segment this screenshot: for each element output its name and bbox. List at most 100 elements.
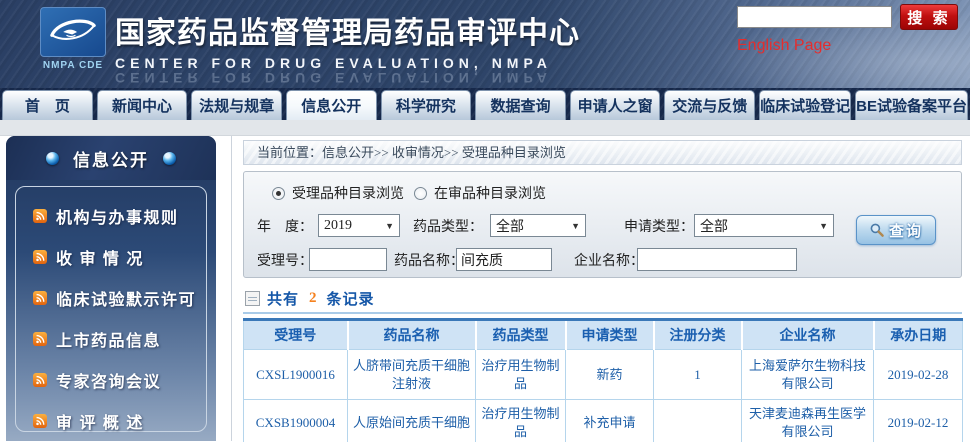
records-divider: [243, 312, 962, 314]
content-divider: [231, 136, 232, 441]
nav-tab-science[interactable]: 科学研究: [381, 90, 472, 120]
col-drug-type: 药品类型: [476, 320, 566, 350]
nav-sub-strip: [0, 120, 970, 136]
page: NMPA CDE 国家药品监督管理局药品审评中心 CENTER FOR DRUG…: [0, 0, 970, 442]
cell-drug-name: 人脐带间充质干细胞注射液: [348, 350, 476, 400]
rss-icon: [33, 291, 47, 305]
sidebar-title: 信息公开: [73, 146, 149, 171]
rss-icon: [33, 373, 47, 387]
apply-type-label: 申请类型：: [624, 216, 694, 236]
nav-tab-data-query[interactable]: 数据查询: [475, 90, 566, 120]
sphere-icon: [163, 152, 176, 165]
drug-type-label: 药品类型：: [413, 216, 483, 236]
chevron-down-icon: ▼: [385, 221, 394, 231]
rss-icon: [33, 414, 47, 428]
site-search-input[interactable]: [737, 6, 892, 28]
nav-tab-news[interactable]: 新闻中心: [97, 90, 188, 120]
list-icon: [245, 291, 260, 306]
nav-tab-home[interactable]: 首 页: [2, 90, 93, 120]
nav-tab-be-platform[interactable]: BE试验备案平台: [855, 90, 968, 120]
rss-icon: [33, 332, 47, 346]
radio-accepted-catalog[interactable]: 受理品种目录浏览: [272, 183, 404, 203]
table-header-row: 受理号 药品名称 药品类型 申请类型 注册分类 企业名称 承办日期: [244, 320, 963, 350]
nav-tab-info-disclosure[interactable]: 信息公开: [286, 90, 377, 120]
year-label: 年 度：: [257, 216, 313, 236]
sidebar-item-expert-meetings[interactable]: 专家咨询会议: [16, 359, 206, 400]
sidebar-item-label: 上市药品信息: [56, 327, 161, 351]
logo-caption: NMPA CDE: [40, 60, 106, 71]
col-date: 承办日期: [874, 320, 963, 350]
cell-drug-type: 治疗用生物制品: [476, 350, 566, 400]
magnifier-icon: [869, 222, 885, 238]
col-drug-name: 药品名称: [348, 320, 476, 350]
rss-icon: [33, 250, 47, 264]
sidebar-item-marketed-drug-info[interactable]: 上市药品信息: [16, 318, 206, 359]
cell-drug-name: 人原始间充质干细胞: [348, 400, 476, 442]
nav-tab-feedback[interactable]: 交流与反馈: [664, 90, 755, 120]
nav-tab-applicant-window[interactable]: 申请人之窗: [570, 90, 661, 120]
sidebar-item-review-overview[interactable]: 审 评 概 述: [16, 400, 206, 441]
sidebar-header: 信息公开: [6, 136, 216, 180]
site-search-button[interactable]: 搜 索: [900, 4, 958, 30]
sidebar-info-disclosure: 信息公开 机构与办事规则 收 审 情 况 临床试验默示许可: [6, 136, 216, 441]
year-select[interactable]: 2019▼: [318, 214, 400, 237]
cell-date: 2019-02-12: [874, 400, 963, 442]
radio-button-icon[interactable]: [414, 187, 427, 200]
drug-name-input[interactable]: [456, 248, 552, 271]
cell-company: 天津麦迪森再生医学有限公司: [742, 400, 874, 442]
site-title-cn: 国家药品监督管理局药品审评中心: [115, 8, 580, 52]
company-label: 企业名称：: [574, 250, 644, 270]
site-header: NMPA CDE 国家药品监督管理局药品审评中心 CENTER FOR DRUG…: [0, 0, 970, 88]
main-nav: 首 页 新闻中心 法规与规章 信息公开 科学研究 数据查询 申请人之窗 交流与反…: [0, 88, 970, 120]
cell-reg-class: 1: [654, 350, 742, 400]
filter-panel: 受理品种目录浏览 在审品种目录浏览 年 度： 2019▼ 药品类型： 全部▼: [243, 171, 962, 278]
table-row: CXSL1900016 人脐带间充质干细胞注射液 治疗用生物制品 新药 1 上海…: [244, 350, 963, 400]
sidebar-item-label: 收 审 情 况: [56, 245, 144, 269]
site-title-en: CENTER FOR DRUG EVALUATION, NMPA: [115, 55, 580, 71]
header-search-area: 搜 索 English Page: [737, 4, 965, 55]
records-count: 2: [306, 290, 320, 307]
chevron-down-icon: ▼: [571, 221, 580, 231]
cell-apply-type: 新药: [566, 350, 654, 400]
cell-reg-class: [654, 400, 742, 442]
rss-icon: [33, 209, 47, 223]
company-input[interactable]: [637, 248, 797, 271]
col-accept-no: 受理号: [244, 320, 348, 350]
chevron-down-icon: ▼: [819, 221, 828, 231]
radio-button-icon[interactable]: [272, 187, 285, 200]
col-company: 企业名称: [742, 320, 874, 350]
sidebar-item-acceptance-review[interactable]: 收 审 情 况: [16, 236, 206, 277]
records-summary: 共有 2 条记录: [243, 287, 962, 309]
col-reg-class: 注册分类: [654, 320, 742, 350]
drug-type-select[interactable]: 全部▼: [490, 214, 586, 237]
cell-accept-no: CXSB1900004: [244, 400, 348, 442]
query-button[interactable]: 查询: [856, 215, 936, 245]
sidebar-item-label: 审 评 概 述: [56, 409, 144, 433]
breadcrumb: 当前位置：信息公开>> 收审情况>> 受理品种目录浏览: [243, 140, 962, 165]
accept-no-label: 受理号：: [257, 250, 313, 270]
records-suffix: 条记录: [327, 288, 375, 309]
nav-tab-clinical-trial-reg[interactable]: 临床试验登记: [759, 90, 851, 120]
drug-name-label: 药品名称：: [394, 250, 464, 270]
cell-drug-type: 治疗用生物制品: [476, 400, 566, 442]
records-prefix: 共有: [267, 288, 299, 309]
accept-no-input[interactable]: [309, 248, 387, 271]
sidebar-item-clinical-implied-license[interactable]: 临床试验默示许可: [16, 277, 206, 318]
cell-apply-type: 补充申请: [566, 400, 654, 442]
sidebar-item-label: 临床试验默示许可: [56, 286, 196, 310]
main-content: 当前位置：信息公开>> 收审情况>> 受理品种目录浏览 受理品种目录浏览 在审品…: [243, 136, 962, 441]
sidebar-item-label: 机构与办事规则: [56, 204, 179, 228]
sidebar-panel: 机构与办事规则 收 审 情 况 临床试验默示许可 上市药品信息 专家咨询会议: [15, 186, 207, 432]
english-page-link[interactable]: English Page: [737, 37, 831, 55]
cell-company: 上海爱萨尔生物科技有限公司: [742, 350, 874, 400]
radio-under-review-catalog[interactable]: 在审品种目录浏览: [414, 183, 546, 203]
results-table: 受理号 药品名称 药品类型 申请类型 注册分类 企业名称 承办日期 CXSL19…: [243, 318, 963, 442]
site-title-en-reflection: CENTER FOR DRUG EVALUATION, NMPA: [115, 70, 580, 86]
cell-date: 2019-02-28: [874, 350, 963, 400]
logo-bird-icon: [40, 7, 106, 57]
nmpa-cde-logo[interactable]: NMPA CDE: [40, 7, 106, 71]
sidebar-item-org-rules[interactable]: 机构与办事规则: [16, 195, 206, 236]
sphere-icon: [46, 152, 59, 165]
nav-tab-regulations[interactable]: 法规与规章: [191, 90, 282, 120]
apply-type-select[interactable]: 全部▼: [694, 214, 834, 237]
